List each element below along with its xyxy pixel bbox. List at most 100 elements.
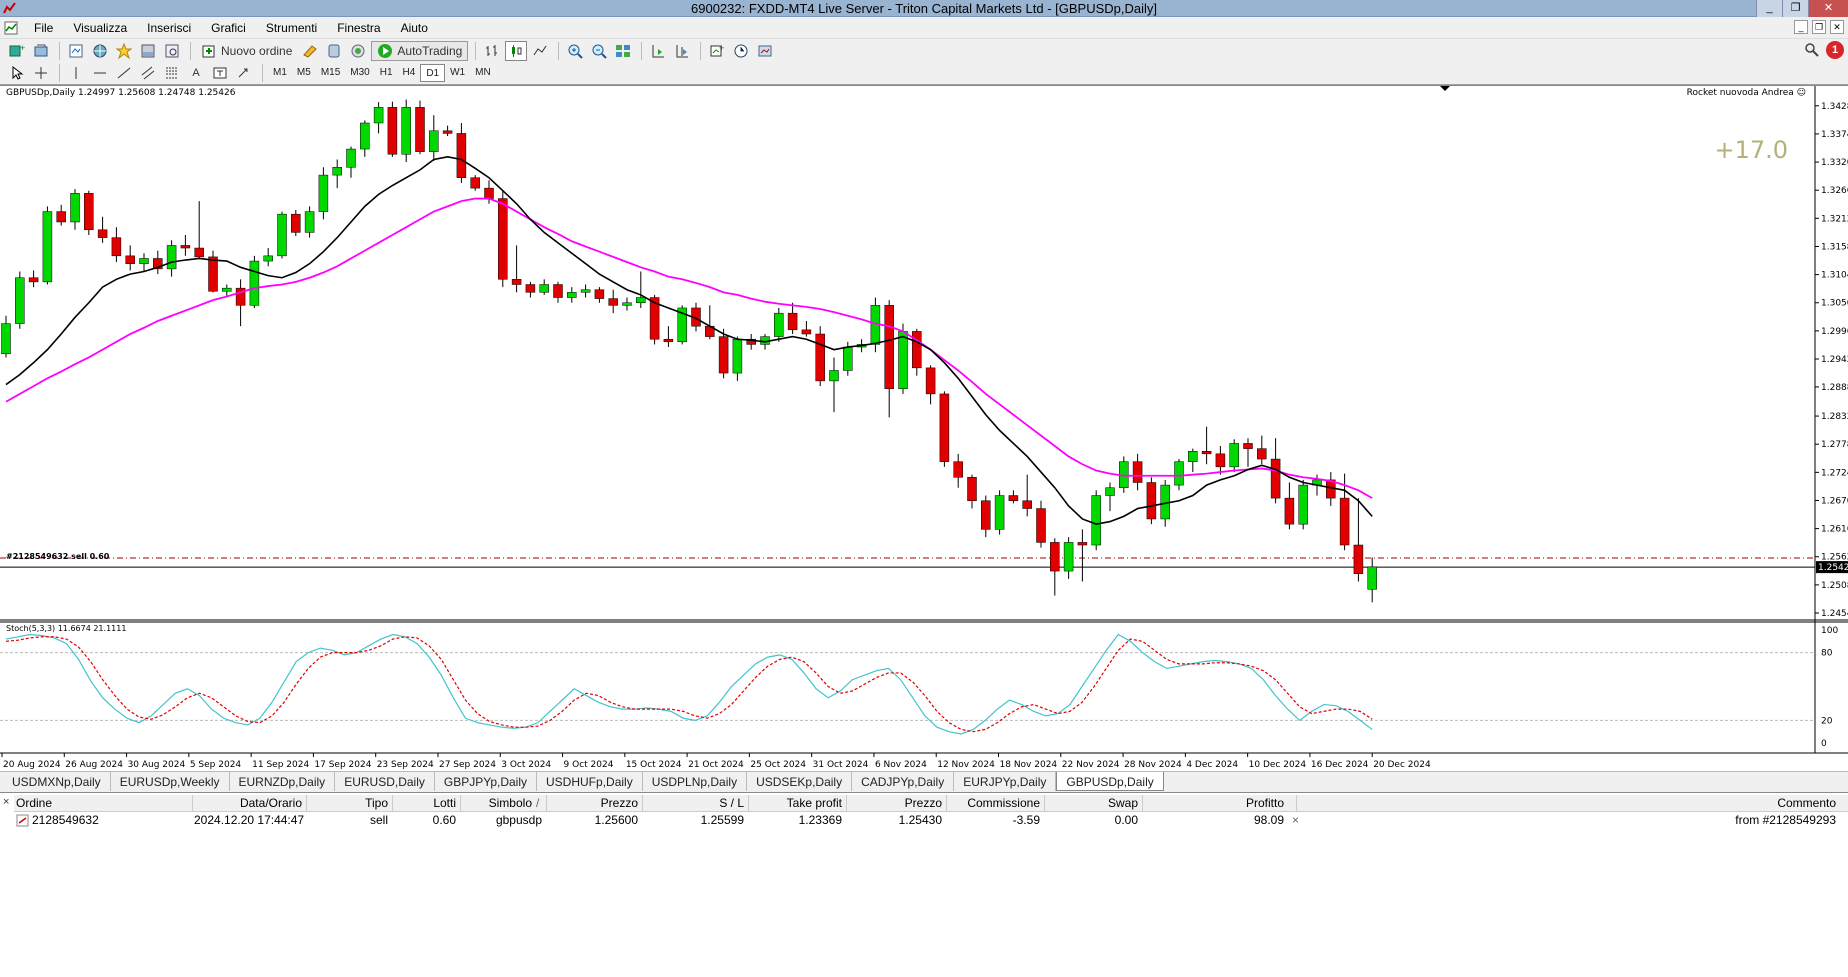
header-swap[interactable]: Swap xyxy=(1046,796,1138,810)
order-row[interactable]: 2128549632 2024.12.20 17:44:47 sell 0.60… xyxy=(14,812,1848,829)
header-sl[interactable]: S / L xyxy=(644,796,744,810)
menu-insert[interactable]: Inserisci xyxy=(137,18,201,38)
header-order[interactable]: Ordine xyxy=(16,796,52,810)
autotrading-button[interactable]: AutoTrading xyxy=(371,40,469,61)
mdi-minimize-button[interactable]: _ xyxy=(1794,20,1808,34)
header-type[interactable]: Tipo xyxy=(308,796,388,810)
header-symbol[interactable]: Simbolo xyxy=(462,796,532,810)
templates-button[interactable] xyxy=(754,41,776,61)
timeframe-h1[interactable]: H1 xyxy=(375,64,398,82)
candle-body xyxy=(801,329,812,335)
candle-body xyxy=(1229,443,1239,468)
mdi-close-button[interactable]: ✕ xyxy=(1830,20,1844,34)
auto-scroll-button[interactable] xyxy=(647,41,669,61)
header-current-price[interactable]: Prezzo xyxy=(848,796,942,810)
tab-eurnzdp-daily[interactable]: EURNZDp,Daily xyxy=(230,772,336,791)
date-tick-label: 30 Aug 2024 xyxy=(128,760,186,770)
chart-shift-button[interactable] xyxy=(671,41,693,61)
new-chart-button[interactable]: + xyxy=(6,41,28,61)
menu-window[interactable]: Finestra xyxy=(327,18,390,38)
chart-window[interactable]: 1.34280 1.33740 1.33200 1.32660 1.32120 1.315… xyxy=(0,85,1848,771)
header-commission[interactable]: Commissione xyxy=(948,796,1040,810)
price-tick-label: 1.32660 xyxy=(1821,186,1848,196)
metaeditor-button[interactable] xyxy=(299,41,321,61)
timeframe-m30[interactable]: M30 xyxy=(345,64,374,82)
terminal-close-icon[interactable]: × xyxy=(3,796,9,808)
price-tick-label: 1.30500 xyxy=(1821,299,1848,309)
zoom-in-button[interactable] xyxy=(564,41,586,61)
line-chart-button[interactable] xyxy=(529,41,551,61)
market-button[interactable] xyxy=(347,41,369,61)
crosshair-tool[interactable] xyxy=(30,63,52,83)
candle-body xyxy=(456,133,467,178)
timeframe-m5[interactable]: M5 xyxy=(292,64,316,82)
timeframe-mn[interactable]: MN xyxy=(470,64,496,82)
strategy-tester-button[interactable] xyxy=(161,41,183,61)
menu-tools[interactable]: Strumenti xyxy=(256,18,327,38)
timeframe-h4[interactable]: H4 xyxy=(398,64,421,82)
tab-gbpjpyp-daily[interactable]: GBPJPYp,Daily xyxy=(435,772,538,791)
header-tp[interactable]: Take profit xyxy=(750,796,842,810)
menu-view[interactable]: Visualizza xyxy=(63,18,137,38)
price-tick-label: 1.28885 xyxy=(1821,383,1848,393)
market-watch-button[interactable] xyxy=(65,41,87,61)
timeframe-m15[interactable]: M15 xyxy=(316,64,345,82)
menu-charts[interactable]: Grafici xyxy=(201,18,256,38)
tab-usdsekp-daily[interactable]: USDSEKp,Daily xyxy=(747,772,853,791)
search-icon[interactable] xyxy=(1804,42,1820,58)
menu-file[interactable]: File xyxy=(24,18,63,38)
data-window-button[interactable] xyxy=(89,41,111,61)
text-tool[interactable]: A xyxy=(185,63,207,83)
candle-body xyxy=(787,312,798,331)
tile-windows-button[interactable] xyxy=(612,41,634,61)
header-lots[interactable]: Lotti xyxy=(394,796,456,810)
trendline-tool[interactable] xyxy=(113,63,135,83)
fibonacci-tool[interactable] xyxy=(161,63,183,83)
arrows-tool[interactable] xyxy=(233,63,255,83)
candle-body xyxy=(304,211,315,233)
tab-usdhufp-daily[interactable]: USDHUFp,Daily xyxy=(537,772,643,791)
timeframe-w1[interactable]: W1 xyxy=(445,64,470,82)
profiles-button[interactable] xyxy=(30,41,52,61)
header-time[interactable]: Data/Orario xyxy=(194,796,302,810)
tab-gbpusdp-daily[interactable]: GBPUSDp,Daily xyxy=(1056,772,1164,791)
header-comment[interactable]: Commento xyxy=(1298,796,1836,810)
restore-button[interactable]: ❐ xyxy=(1782,0,1808,17)
tab-eurusdp-weekly[interactable]: EURUSDp,Weekly xyxy=(111,772,230,791)
minimize-button[interactable]: _ xyxy=(1756,0,1782,17)
vertical-line-tool[interactable] xyxy=(65,63,87,83)
timeframe-d1[interactable]: D1 xyxy=(420,63,446,82)
candlestick-button[interactable] xyxy=(505,40,528,61)
indicators-button[interactable]: + xyxy=(706,41,728,61)
signals-button[interactable] xyxy=(323,41,345,61)
chart-window-icon[interactable] xyxy=(4,21,18,35)
mdi-restore-button[interactable]: ❐ xyxy=(1812,20,1826,34)
notification-badge[interactable]: 1 xyxy=(1826,41,1844,59)
tab-eurusd-daily[interactable]: EURUSD,Daily xyxy=(335,772,435,791)
zoom-out-button[interactable] xyxy=(588,41,610,61)
terminal-button[interactable] xyxy=(137,41,159,61)
new-order-button[interactable]: Nuovo ordine xyxy=(196,41,297,61)
header-profit[interactable]: Profitto xyxy=(1144,796,1284,810)
text-label-tool[interactable] xyxy=(209,63,231,83)
menu-help[interactable]: Aiuto xyxy=(391,18,438,38)
candle-body xyxy=(125,255,135,264)
candle-body xyxy=(636,297,646,303)
tab-usdmxnp-daily[interactable]: USDMXNp,Daily xyxy=(3,772,111,791)
tab-eurjpyp-daily[interactable]: EURJPYp,Daily xyxy=(954,772,1057,791)
close-button[interactable]: ✕ xyxy=(1808,0,1848,17)
horizontal-line-tool[interactable] xyxy=(89,63,111,83)
chart-shift-marker xyxy=(1440,86,1450,91)
bar-chart-button[interactable] xyxy=(481,41,503,61)
cursor-tool[interactable] xyxy=(6,63,28,83)
tab-usdplnp-daily[interactable]: USDPLNp,Daily xyxy=(643,772,748,791)
timeframe-m1[interactable]: M1 xyxy=(268,64,292,82)
periods-button[interactable] xyxy=(730,41,752,61)
header-price[interactable]: Prezzo xyxy=(548,796,638,810)
terminal-panel: × Ordine Data/Orario Tipo Lotti Simbolo … xyxy=(0,792,1848,977)
equidistant-channel-tool[interactable] xyxy=(137,63,159,83)
tab-cadjpyp-daily[interactable]: CADJPYp,Daily xyxy=(852,772,955,791)
price-chart[interactable]: 1.34280 1.33740 1.33200 1.32660 1.32120 1.315… xyxy=(0,86,1848,772)
menu-bar: File Visualizza Inserisci Grafici Strume… xyxy=(0,18,1848,38)
navigator-button[interactable] xyxy=(113,41,135,61)
